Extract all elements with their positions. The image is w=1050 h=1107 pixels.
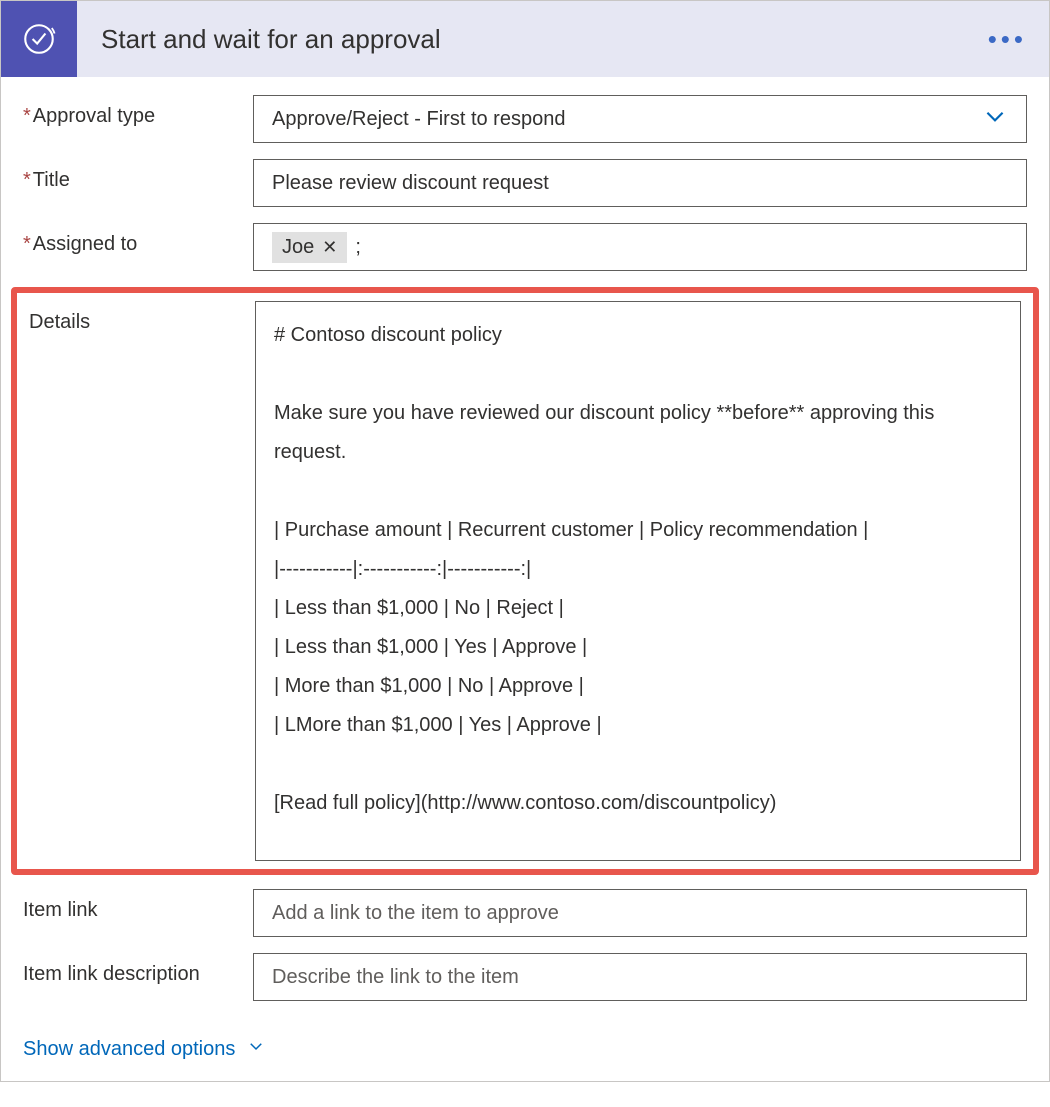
label-title: *Title [23, 159, 253, 192]
row-item-link-desc: Item link description [23, 953, 1027, 1001]
chevron-down-icon [982, 103, 1008, 135]
card-header: Start and wait for an approval ••• [1, 1, 1049, 77]
label-item-link-desc: Item link description [23, 953, 253, 986]
approval-type-value: Approve/Reject - First to respond [272, 108, 565, 131]
show-advanced-options[interactable]: Show advanced options [1, 1027, 1049, 1081]
label-details: Details [21, 301, 255, 334]
people-chip: Joe ✕ [272, 232, 347, 263]
title-input[interactable] [253, 159, 1027, 207]
approval-icon [1, 1, 77, 77]
label-item-link: Item link [23, 889, 253, 922]
details-textarea[interactable]: # Contoso discount policy Make sure you … [255, 301, 1021, 861]
label-approval-type: *Approval type [23, 95, 253, 128]
row-assigned-to: *Assigned to Joe ✕ ; [23, 223, 1027, 271]
approval-type-select[interactable]: Approve/Reject - First to respond [253, 95, 1027, 143]
row-title: *Title [23, 159, 1027, 207]
item-link-input[interactable] [253, 889, 1027, 937]
more-menu-icon[interactable]: ••• [966, 24, 1049, 55]
chevron-down-icon [247, 1037, 265, 1061]
chip-label: Joe [282, 236, 314, 259]
card-title: Start and wait for an approval [77, 24, 966, 55]
details-highlighted-region: Details # Contoso discount policy Make s… [11, 287, 1039, 875]
action-card: Start and wait for an approval ••• *Appr… [0, 0, 1050, 1082]
row-item-link: Item link [23, 889, 1027, 937]
label-assigned-to: *Assigned to [23, 223, 253, 256]
assigned-to-input[interactable]: Joe ✕ ; [253, 223, 1027, 271]
item-link-desc-input[interactable] [253, 953, 1027, 1001]
form-body: *Approval type Approve/Reject - First to… [1, 77, 1049, 1027]
row-approval-type: *Approval type Approve/Reject - First to… [23, 95, 1027, 143]
chip-separator: ; [355, 236, 361, 259]
chip-remove-icon[interactable]: ✕ [322, 237, 337, 258]
